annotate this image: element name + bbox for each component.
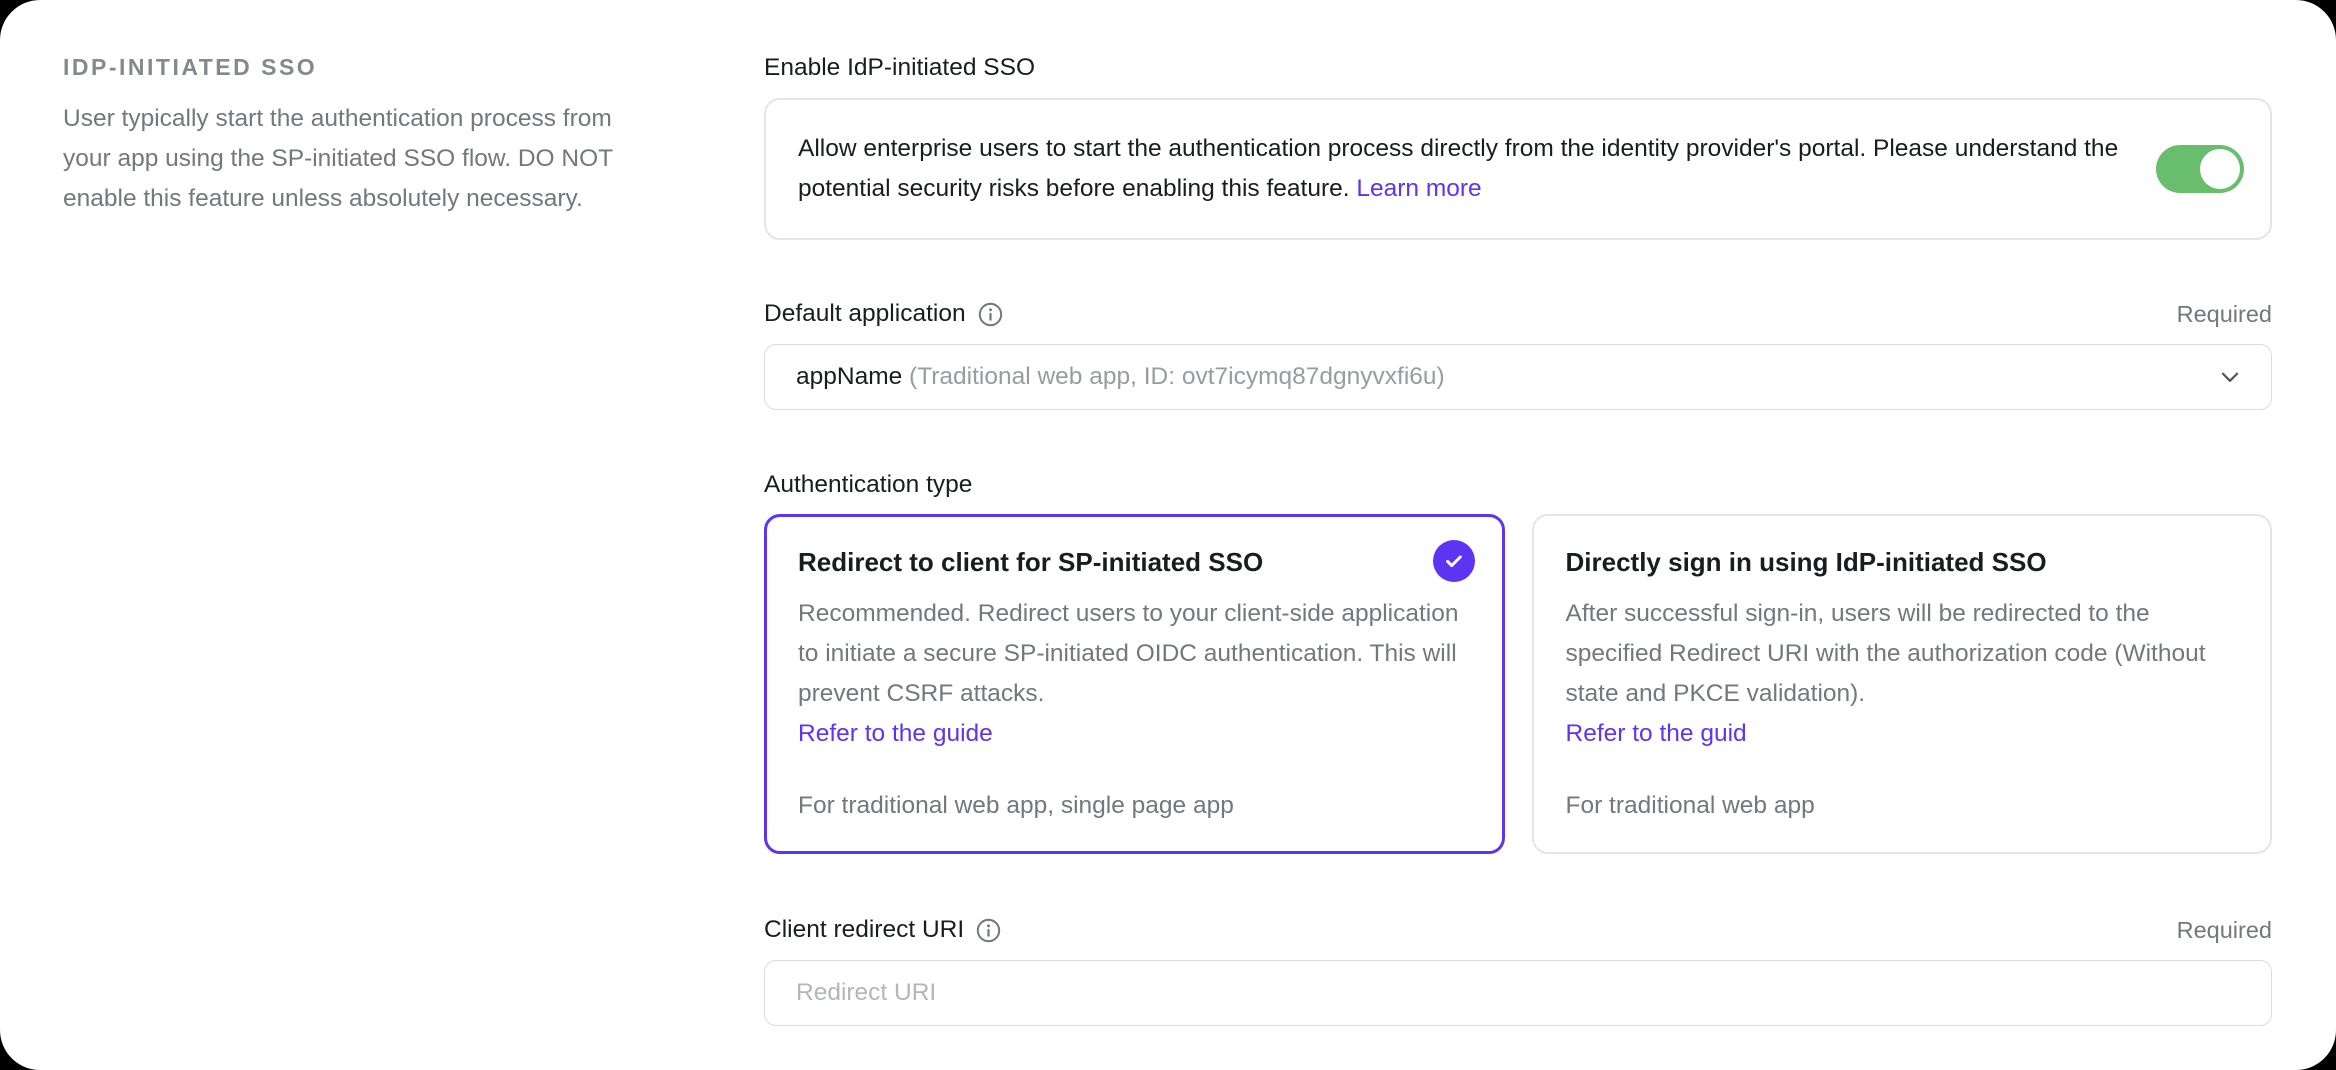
option-title: Redirect to client for SP-initiated SSO bbox=[798, 540, 1417, 584]
refer-to-guide-link[interactable]: Refer to the guid bbox=[1566, 720, 1747, 747]
default-application-label-row: Default application Required bbox=[764, 298, 2272, 330]
enable-idp-sso-description: Allow enterprise users to start the auth… bbox=[798, 129, 2143, 209]
learn-more-link[interactable]: Learn more bbox=[1356, 175, 1481, 202]
option-description: After successful sign-in, users will be … bbox=[1566, 594, 2243, 714]
default-application-label: Default application bbox=[764, 298, 966, 330]
client-redirect-uri-required-badge: Required bbox=[2177, 917, 2272, 944]
option-title: Directly sign in using IdP-initiated SSO bbox=[1566, 540, 2243, 584]
option-footer: For traditional web app, single page app bbox=[798, 790, 1475, 822]
option-guide-link-row: Refer to the guide bbox=[798, 714, 1475, 754]
section-description: User typically start the authentication … bbox=[63, 99, 652, 219]
client-redirect-uri-input[interactable] bbox=[764, 960, 2272, 1026]
enable-idp-sso-toggle[interactable] bbox=[2156, 145, 2244, 193]
enable-idp-sso-label: Enable IdP-initiated SSO bbox=[764, 52, 2272, 84]
check-icon bbox=[1433, 540, 1475, 582]
option-footer: For traditional web app bbox=[1566, 790, 2243, 822]
client-redirect-uri-label-row: Client redirect URI Required bbox=[764, 914, 2272, 946]
selected-application-name: appName bbox=[796, 363, 902, 391]
option-title-row: Directly sign in using IdP-initiated SSO bbox=[1566, 540, 2243, 584]
toggle-knob bbox=[2200, 149, 2240, 189]
authentication-type-label: Authentication type bbox=[764, 469, 2272, 501]
authentication-type-options: Redirect to client for SP-initiated SSO … bbox=[764, 514, 2272, 854]
refer-to-guide-link[interactable]: Refer to the guide bbox=[798, 720, 993, 747]
section-heading: IDP-INITIATED SSO bbox=[63, 52, 652, 82]
info-icon[interactable] bbox=[975, 917, 1002, 944]
option-title-row: Redirect to client for SP-initiated SSO bbox=[798, 540, 1475, 584]
option-description: Recommended. Redirect users to your clie… bbox=[798, 594, 1475, 714]
default-application-required-badge: Required bbox=[2177, 301, 2272, 328]
enable-idp-sso-card: Allow enterprise users to start the auth… bbox=[764, 98, 2272, 240]
settings-main-column: Enable IdP-initiated SSO Allow enterpris… bbox=[764, 0, 2336, 1070]
option-redirect-to-client[interactable]: Redirect to client for SP-initiated SSO … bbox=[764, 514, 1505, 854]
info-icon[interactable] bbox=[977, 301, 1004, 328]
client-redirect-uri-label: Client redirect URI bbox=[764, 914, 964, 946]
idp-initiated-sso-settings-panel: IDP-INITIATED SSO User typically start t… bbox=[0, 0, 2336, 1070]
section-sidebar: IDP-INITIATED SSO User typically start t… bbox=[0, 0, 764, 1070]
option-directly-sign-in[interactable]: Directly sign in using IdP-initiated SSO… bbox=[1532, 514, 2273, 854]
chevron-down-icon bbox=[2217, 364, 2243, 390]
selected-application-detail: (Traditional web app, ID: ovt7icymq87dgn… bbox=[902, 363, 1444, 391]
option-guide-link-row: Refer to the guid bbox=[1566, 714, 2243, 754]
default-application-select[interactable]: appName (Traditional web app, ID: ovt7ic… bbox=[764, 344, 2272, 410]
